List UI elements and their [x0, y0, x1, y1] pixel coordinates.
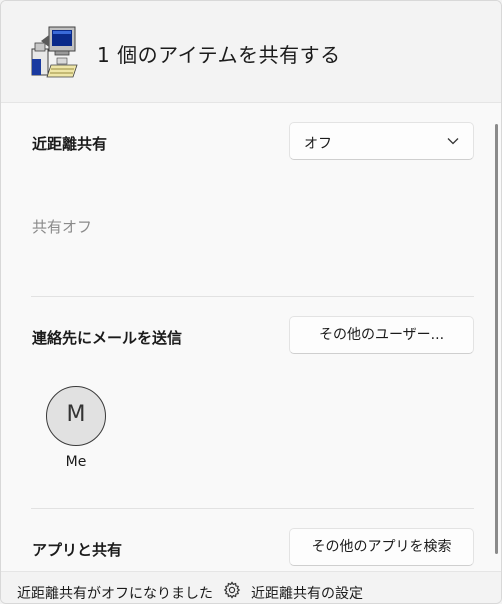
nearby-share-dropdown-value: オフ: [304, 136, 332, 152]
settings-link-label: 近距離共有の設定: [251, 586, 363, 602]
nearby-share-status: 共有オフ: [32, 218, 93, 236]
computer-share-icon: [31, 26, 78, 78]
share-with-apps-label: アプリと共有: [32, 541, 123, 559]
nearby-share-dropdown[interactable]: オフ: [289, 122, 474, 160]
contact-name: Me: [65, 454, 87, 470]
footer-status: 近距離共有がオフになりました: [17, 586, 213, 602]
email-contact-label: 連絡先にメールを送信: [32, 329, 183, 347]
chevron-down-icon: [447, 138, 459, 145]
divider: [31, 508, 474, 509]
gear-icon: [223, 581, 241, 599]
dialog-title: 1 個のアイテムを共有する: [97, 43, 341, 67]
scrollbar[interactable]: [495, 124, 498, 554]
share-dialog: 1 個のアイテムを共有する 近距離共有 オフ 共有オフ 連絡先にメールを送信 そ…: [0, 0, 502, 604]
find-apps-button[interactable]: その他のアプリを検索: [289, 528, 474, 566]
nearby-share-label: 近距離共有: [32, 135, 108, 153]
share-content: 近距離共有 オフ 共有オフ 連絡先にメールを送信 その他のユーザー... M M…: [1, 104, 501, 570]
divider: [31, 296, 474, 297]
share-header: 1 個のアイテムを共有する: [1, 1, 501, 103]
more-users-button[interactable]: その他のユーザー...: [289, 316, 474, 354]
contact-avatar[interactable]: M: [46, 386, 106, 446]
share-footer: 近距離共有がオフになりました 近距離共有の設定: [1, 571, 501, 603]
